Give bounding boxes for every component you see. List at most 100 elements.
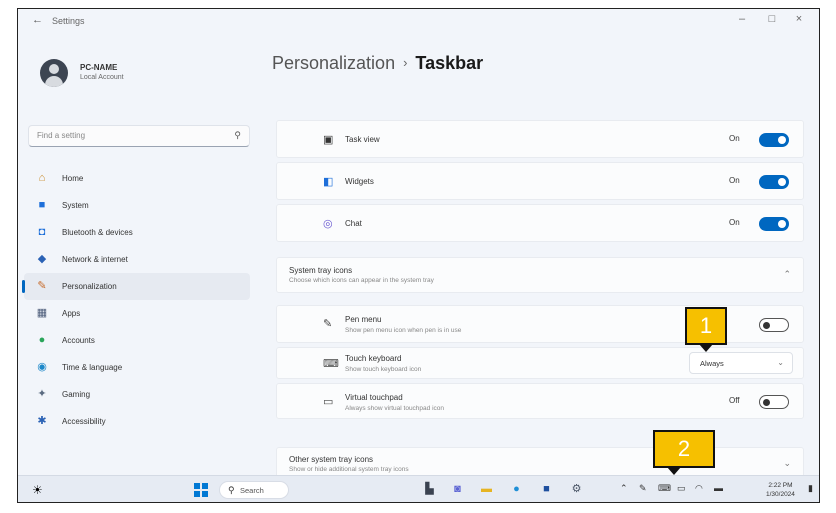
accessibility-icon: ✱ <box>37 415 47 427</box>
profile-subtitle: Local Account <box>80 74 124 81</box>
active-indicator <box>22 280 25 293</box>
sidebar-item-time-language[interactable]: ◉ Time & language <box>24 354 250 381</box>
touchpad-icon: ▭ <box>323 396 334 408</box>
task-view-row: ▣ Task view On <box>276 120 804 158</box>
sidebar-item-home[interactable]: ⌂ Home <box>24 165 250 192</box>
sidebar-item-label: Accessibility <box>62 417 106 426</box>
pen-tray-icon[interactable]: ✎ <box>639 483 647 494</box>
battery-icon[interactable]: ▬ <box>714 483 723 493</box>
pen-menu-title: Pen menu <box>345 315 382 324</box>
file-explorer-icon[interactable]: ▙ <box>422 482 437 497</box>
annotation-badge-2: 2 <box>653 430 715 475</box>
sidebar-item-label: Bluetooth & devices <box>62 228 133 237</box>
page-title: Taskbar <box>415 53 484 73</box>
network-tray-icon[interactable]: ◠ <box>695 483 703 494</box>
task-view-switch[interactable]: On <box>719 133 789 147</box>
sidebar-item-accounts[interactable]: ● Accounts <box>24 327 250 354</box>
chevron-down-icon[interactable]: ⌄ <box>783 458 791 469</box>
sidebar-nav: ⌂ Home ■ System ◘ Bluetooth & devices ◆ Network… <box>22 165 250 435</box>
system-tray-icons-header[interactable]: System tray icons Choose which icons can… <box>276 257 804 293</box>
accounts-icon: ● <box>38 334 46 346</box>
widgets-switch[interactable]: On <box>719 175 789 189</box>
keyboard-icon: ⌨ <box>323 358 339 370</box>
sidebar-item-label: Apps <box>62 309 81 318</box>
sidebar-item-apps[interactable]: ▦ Apps <box>24 300 250 327</box>
other-tray-subtitle: Show or hide additional system tray icon… <box>289 466 409 473</box>
weather-widget-icon[interactable]: ☀ <box>32 483 43 497</box>
folder-icon[interactable]: ▬ <box>479 482 494 497</box>
chevron-down-icon: ⌄ <box>777 358 784 367</box>
row-label: Widgets <box>345 177 374 186</box>
sidebar-item-network-internet[interactable]: ◆ Network & internet <box>24 246 250 273</box>
row-label: Chat <box>345 219 362 228</box>
virtual-touchpad-switch[interactable]: Off <box>719 395 789 409</box>
taskbar-search-label: Search <box>240 486 264 495</box>
chevron-up-icon[interactable]: ⌃ <box>620 483 628 494</box>
window-title: Settings <box>52 16 85 26</box>
sidebar-item-accessibility[interactable]: ✱ Accessibility <box>24 408 250 435</box>
sidebar-item-label: Time & language <box>62 363 123 372</box>
taskbar-search[interactable]: ⚲ Search <box>219 481 289 499</box>
store-icon[interactable]: ■ <box>539 482 554 497</box>
touch-keyboard-subtitle: Show touch keyboard icon <box>345 366 422 373</box>
virtual-touchpad-subtitle: Always show virtual touchpad icon <box>345 405 444 412</box>
chat-switch[interactable]: On <box>719 217 789 231</box>
row-label: Task view <box>345 135 380 144</box>
pen-menu-toggle[interactable] <box>759 318 789 332</box>
sidebar-item-label: Accounts <box>62 336 95 345</box>
search-box[interactable]: ⚲ <box>28 125 250 147</box>
clock[interactable]: 2:22 PM 1/30/2024 <box>766 481 795 499</box>
apps-icon: ▦ <box>36 307 48 319</box>
profile-name: PC-NAME <box>80 63 118 72</box>
pen-menu-subtitle: Show pen menu icon when pen is in use <box>345 327 462 334</box>
back-button[interactable]: ← <box>32 14 43 26</box>
search-icon: ⚲ <box>228 485 235 495</box>
breadcrumb-parent[interactable]: Personalization <box>272 53 395 73</box>
system-icon: ■ <box>38 199 46 211</box>
brush-icon: ✎ <box>37 280 47 292</box>
profile[interactable]: PC-NAME Local Account <box>40 57 250 101</box>
sidebar-item-bluetooth-devices[interactable]: ◘ Bluetooth & devices <box>24 219 250 246</box>
chat-icon: ◎ <box>323 218 333 230</box>
sidebar-item-label: Personalization <box>62 282 117 291</box>
sidebar-item-system[interactable]: ■ System <box>24 192 250 219</box>
toggle[interactable] <box>759 133 789 147</box>
bluetooth-icon: ◘ <box>38 226 46 238</box>
sidebar-item-label: Gaming <box>62 390 91 399</box>
edge-icon[interactable]: ● <box>509 482 524 497</box>
widgets-icon: ◧ <box>323 176 334 188</box>
task-view-icon: ▣ <box>323 134 334 146</box>
windows-taskbar: ☀ ⚲ Search ▙ ◙ ▬ ● ■ ⚙ ⌃ ✎ ⌨ ▭ ◠ ▬ 2:22 PM 1/30/20… <box>18 475 819 502</box>
home-icon: ⌂ <box>38 172 46 184</box>
globe-icon: ◉ <box>37 361 47 373</box>
touchpad-tray-icon[interactable]: ▭ <box>677 483 686 494</box>
breadcrumb-separator: › <box>403 55 408 70</box>
notification-icon[interactable]: ▮ <box>808 483 813 494</box>
chevron-up-icon[interactable]: ⌃ <box>783 269 791 280</box>
system-tray-title: System tray icons <box>289 266 353 275</box>
search-input[interactable] <box>35 130 219 141</box>
settings-icon[interactable]: ⚙ <box>569 482 584 497</box>
toggle[interactable] <box>759 175 789 189</box>
title-bar: ← Settings – □ × <box>18 9 819 35</box>
close-button[interactable]: × <box>792 13 806 25</box>
toggle-state: On <box>729 218 740 227</box>
gaming-icon: ✦ <box>37 388 47 400</box>
chat-app-icon[interactable]: ◙ <box>450 482 465 497</box>
minimize-button[interactable]: – <box>735 13 749 25</box>
sidebar-item-label: Network & internet <box>62 255 128 264</box>
chat-row: ◎ Chat On <box>276 204 804 242</box>
sidebar-item-personalization[interactable]: ✎ Personalization <box>22 273 250 300</box>
pen-icon: ✎ <box>323 318 333 330</box>
keyboard-tray-icon[interactable]: ⌨ <box>658 483 671 494</box>
sidebar-item-gaming[interactable]: ✦ Gaming <box>24 381 250 408</box>
maximize-button[interactable]: □ <box>765 13 779 25</box>
sidebar: PC-NAME Local Account ⚲ ⌂ Home ■ System ◘ Blu… <box>18 35 258 475</box>
clock-time: 2:22 PM <box>768 482 793 489</box>
start-button[interactable] <box>194 483 208 497</box>
touch-keyboard-dropdown[interactable]: Always ⌄ <box>689 352 793 374</box>
toggle[interactable] <box>759 217 789 231</box>
virtual-touchpad-toggle[interactable] <box>759 395 789 409</box>
virtual-touchpad-title: Virtual touchpad <box>345 393 403 402</box>
avatar <box>40 59 68 87</box>
